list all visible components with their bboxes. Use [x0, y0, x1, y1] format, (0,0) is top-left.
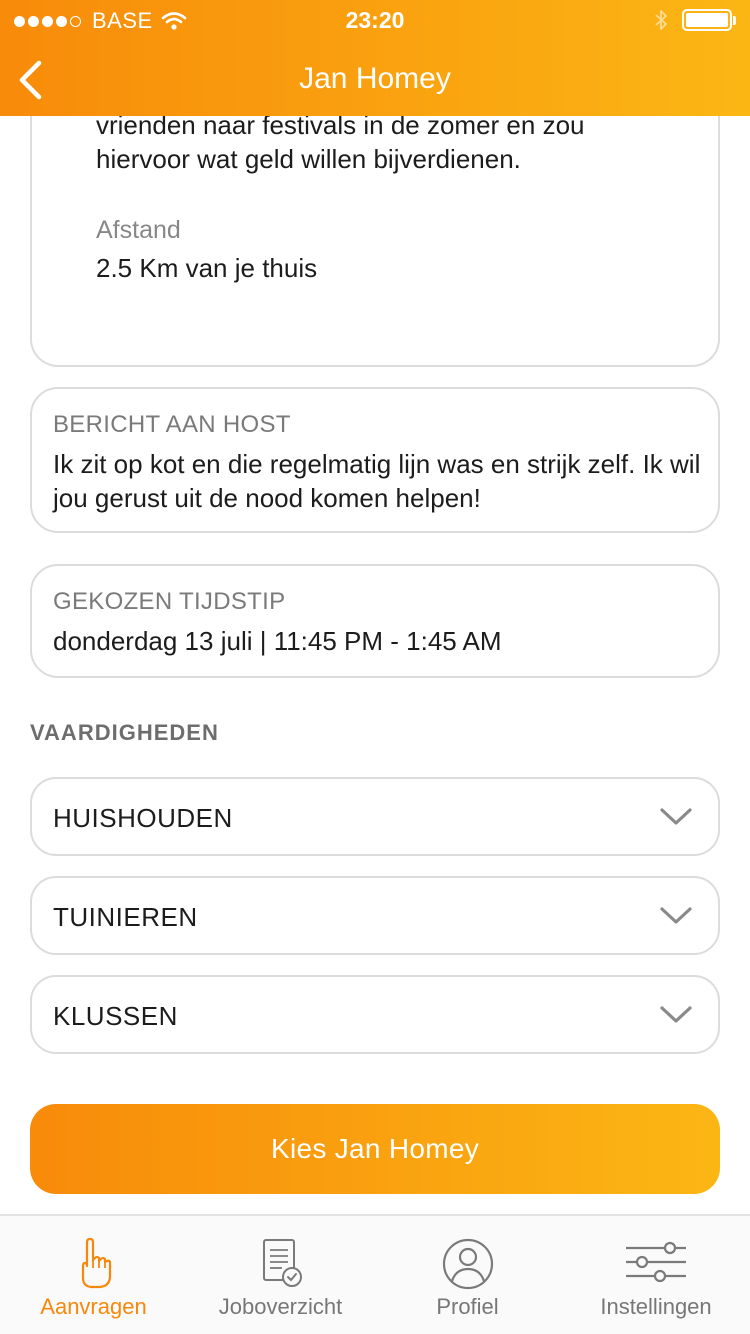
status-time: 23:20 — [345, 7, 405, 33]
skill-dropdown-huishouden[interactable]: HUISHOUDEN — [30, 777, 720, 856]
choose-host-button[interactable]: Kies Jan Homey — [30, 1104, 720, 1194]
skill-label: KLUSSEN — [53, 1001, 178, 1031]
timeslot-value: donderdag 13 juli | 11:45 PM - 1:45 AM — [53, 626, 502, 656]
pointing-hand-icon — [81, 1237, 111, 1289]
message-label: BERICHT AAN HOST — [53, 411, 291, 438]
tab-label: Profiel — [436, 1294, 499, 1319]
timeslot-label: GEKOZEN TIJDSTIP — [53, 588, 286, 615]
tab-aanvragen[interactable]: Aanvragen — [0, 1216, 187, 1334]
profile-description: vrienden naar festivals in de zomer en z… — [96, 108, 696, 176]
skill-dropdown-tuinieren[interactable]: TUINIEREN — [30, 876, 720, 955]
status-right — [654, 9, 736, 31]
timeslot-card: GEKOZEN TIJDSTIP donderdag 13 juli | 11:… — [30, 564, 720, 678]
user-circle-icon — [442, 1238, 493, 1290]
skills-section-title: VAARDIGHEDEN — [30, 720, 219, 745]
tab-joboverzicht[interactable]: Joboverzicht — [187, 1216, 374, 1334]
tab-profiel[interactable]: Profiel — [374, 1216, 561, 1334]
bluetooth-icon — [655, 10, 667, 30]
tab-instellingen[interactable]: Instellingen — [562, 1216, 750, 1334]
message-card: BERICHT AAN HOST Ik zit op kot en die re… — [30, 387, 720, 533]
battery-fill — [686, 13, 728, 27]
message-text: Ik zit op kot en die regelmatig lijn was… — [53, 449, 701, 513]
distance-label: Afstand — [96, 216, 181, 244]
document-check-icon — [262, 1239, 302, 1287]
page-title: Jan Homey — [299, 62, 451, 95]
skill-dropdown-klussen[interactable]: KLUSSEN — [30, 975, 720, 1054]
tab-label: Instellingen — [600, 1294, 712, 1319]
app-header: BASE 23:20 Jan Homey — [0, 0, 750, 116]
chevron-down-icon — [660, 1006, 692, 1023]
battery-icon — [682, 9, 732, 31]
tab-label: Joboverzicht — [218, 1294, 343, 1319]
skill-label: HUISHOUDEN — [53, 803, 233, 833]
tab-label: Aanvragen — [40, 1294, 147, 1319]
chevron-down-icon — [660, 907, 692, 924]
skill-label: TUINIEREN — [53, 902, 198, 932]
sliders-icon — [626, 1241, 686, 1283]
description-line: hiervoor wat geld willen bijverdienen. — [96, 144, 521, 174]
tab-bar: Aanvragen Joboverzicht Profiel Instellin… — [0, 1214, 750, 1334]
chevron-down-icon — [660, 808, 692, 825]
battery-tip — [733, 15, 736, 25]
distance-value: 2.5 Km van je thuis — [96, 253, 318, 283]
status-bar: BASE 23:20 — [0, 0, 750, 40]
